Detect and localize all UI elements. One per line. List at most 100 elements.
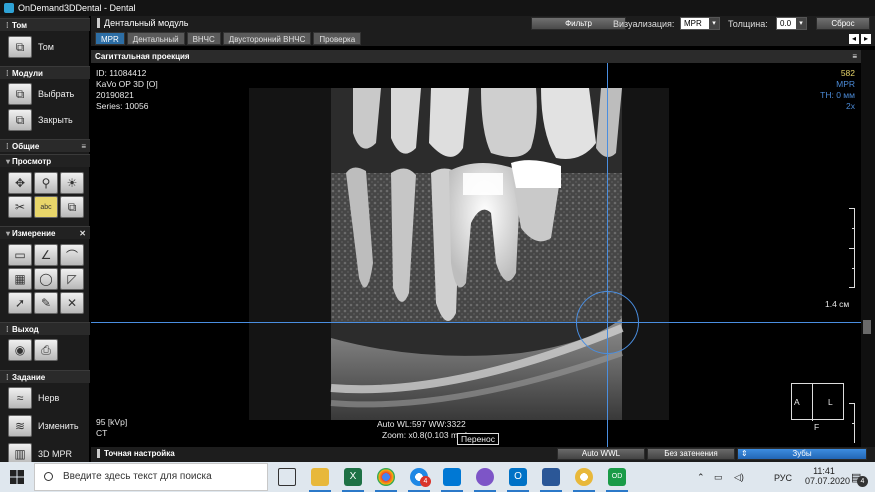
close-module-button[interactable]: ⧉ Закрыть: [8, 108, 73, 132]
volume-icon[interactable]: ◁): [734, 472, 744, 483]
orientation-box: A L: [791, 383, 844, 421]
tab-check[interactable]: Проверка: [313, 32, 362, 45]
left-sidebar: ⁞ Том ⧉ Том ⁞ Модули ⧉ Выбрать ⧉ Закрыть ⁞…: [0, 16, 90, 465]
section-header-common[interactable]: ⁞ Общие ≡: [0, 139, 90, 152]
scale-label: 1.4 см: [825, 299, 850, 309]
tab-tmj[interactable]: ВНЧС: [186, 32, 221, 45]
zoom-factor: 2x: [846, 101, 855, 111]
thickness-label: Толщина:: [728, 19, 768, 29]
pin-icon[interactable]: ≡: [81, 140, 86, 153]
measure-tools-icon[interactable]: ✕: [79, 227, 86, 240]
section-header-view[interactable]: ▾ Просмотр: [0, 154, 90, 167]
print-icon[interactable]: ⎙: [34, 339, 58, 361]
view-title: Сагиттальная проекция: [95, 52, 190, 61]
section-header-exit[interactable]: ⁞ Выход: [0, 322, 90, 335]
section-title: Выход: [12, 325, 39, 334]
store-icon[interactable]: [441, 468, 463, 492]
copy-icon[interactable]: ⧉: [60, 196, 84, 218]
windows-start-icon[interactable]: [10, 470, 24, 484]
reset-button[interactable]: Сброс: [816, 17, 870, 30]
nerve-button[interactable]: ≈ Нерв: [8, 386, 59, 410]
tab-bilateral-tmj[interactable]: Двусторонний ВНЧС: [222, 32, 312, 45]
search-icon: [44, 472, 53, 481]
tab-next-icon[interactable]: ▸: [861, 34, 871, 44]
measure-tools-row-1: ▭ ∠ ⌒: [8, 244, 84, 266]
outlook-icon[interactable]: O: [507, 468, 529, 492]
tab-controls: ◂ ▸: [847, 34, 871, 44]
visualization-select[interactable]: MPR ▾: [680, 17, 720, 30]
section-title: Просмотр: [12, 157, 52, 166]
measure-tools-row-3: ➚ ✎ ✕: [8, 292, 84, 314]
fine-tune-title: Точная настройка: [97, 449, 175, 458]
filter-button[interactable]: Фильтр: [531, 17, 626, 30]
pen-icon[interactable]: ✎: [34, 292, 58, 314]
tab-mpr[interactable]: MPR: [95, 32, 125, 45]
zoom-readout: Zoom: x0.8(0.103 mm): [382, 430, 468, 440]
tab-prev-icon[interactable]: ◂: [849, 34, 859, 44]
scrollbar-thumb[interactable]: [863, 320, 871, 334]
file-explorer-icon[interactable]: [309, 468, 331, 492]
thickness-select[interactable]: 0.0 ▾: [776, 17, 807, 30]
area-icon[interactable]: ◸: [60, 268, 84, 290]
delete-measure-icon[interactable]: ✕: [60, 292, 84, 314]
volume-icon: ⧉: [8, 36, 32, 58]
view-scrollbar[interactable]: [861, 50, 875, 447]
series-number: Series: 10056: [96, 101, 149, 111]
crosshair-horizontal[interactable]: [91, 322, 861, 323]
ondemand-icon[interactable]: OD: [606, 468, 628, 492]
select-icon: ⧉: [8, 83, 32, 105]
crosshair-circle[interactable]: [576, 291, 639, 354]
chrome-profile-icon[interactable]: [573, 468, 595, 492]
camera-icon[interactable]: ◉: [8, 339, 32, 361]
ellipse-icon[interactable]: ◯: [34, 268, 58, 290]
brightness-icon[interactable]: ☀: [60, 172, 84, 194]
section-header-measure[interactable]: ▾ Измерение ✕: [0, 226, 90, 239]
excel-icon[interactable]: X: [342, 468, 364, 492]
overlay-top-left: ID: 11084412 KaVo OP 3D [O] 20190821 Ser…: [96, 68, 158, 112]
tray-up-icon[interactable]: ⌃: [697, 472, 705, 483]
auto-wwl-button[interactable]: Auto WWL: [557, 448, 645, 460]
taskbar-search-input[interactable]: Введите здесь текст для поиска: [34, 463, 268, 491]
orientation-bottom: F: [814, 422, 820, 432]
annotation-icon[interactable]: abc: [34, 196, 58, 218]
section-title: Общие: [12, 142, 40, 151]
view-tools-row-1: ✥ ⚲ ☀: [8, 172, 84, 194]
angle-icon[interactable]: ∠: [34, 244, 58, 266]
section-header-task[interactable]: ⁞ Задание: [0, 370, 90, 383]
curve-icon[interactable]: ⌒: [60, 244, 84, 266]
scale-ruler-bottom: [849, 403, 855, 443]
title-bar: OnDemand3DDental - Dental: [0, 0, 875, 16]
sagittal-viewport[interactable]: ID: 11084412 KaVo OP 3D [O] 20190821 Ser…: [91, 63, 861, 447]
section-header-modules[interactable]: ⁞ Модули: [0, 66, 90, 79]
pan-icon[interactable]: ✥: [8, 172, 32, 194]
measure-tools-row-2: ▦ ◯ ◸: [8, 268, 84, 290]
task-view-icon[interactable]: [278, 468, 296, 486]
select-module-button[interactable]: ⧉ Выбрать: [8, 82, 74, 106]
pointer-icon[interactable]: ➚: [8, 292, 32, 314]
thickness-value: 0.0: [780, 19, 792, 28]
network-icon[interactable]: ▭: [714, 472, 723, 483]
select-label: Выбрать: [38, 89, 75, 99]
view-mode: MPR: [836, 79, 855, 89]
exit-tools-row: ◉ ⎙: [8, 339, 58, 361]
section-header-tom[interactable]: ⁞ Том: [0, 18, 90, 31]
viber-icon[interactable]: [474, 468, 496, 492]
volume-button[interactable]: ⧉ Том: [8, 35, 54, 59]
app-icon[interactable]: [540, 468, 562, 492]
ruler-icon[interactable]: ▭: [8, 244, 32, 266]
chrome-icon[interactable]: [375, 468, 397, 492]
tab-dental[interactable]: Дентальный: [126, 32, 185, 45]
edit-button[interactable]: ≋ Изменить: [8, 414, 79, 438]
study-date: 20190821: [96, 90, 134, 100]
pin-icon[interactable]: ≡: [852, 50, 857, 63]
teeth-button[interactable]: ⇕ Зубы: [737, 448, 867, 460]
zoom-icon[interactable]: ⚲: [34, 172, 58, 194]
crosshair-vertical[interactable]: [607, 63, 608, 447]
grid-measure-icon[interactable]: ▦: [8, 268, 32, 290]
scale-ruler: [849, 208, 855, 288]
section-title: Задание: [12, 373, 46, 382]
clock[interactable]: 11:41 07.07.2020: [805, 466, 850, 486]
cut-icon[interactable]: ✂: [8, 196, 32, 218]
no-shade-button[interactable]: Без затенения: [647, 448, 735, 460]
language-indicator[interactable]: РУС: [774, 473, 792, 483]
